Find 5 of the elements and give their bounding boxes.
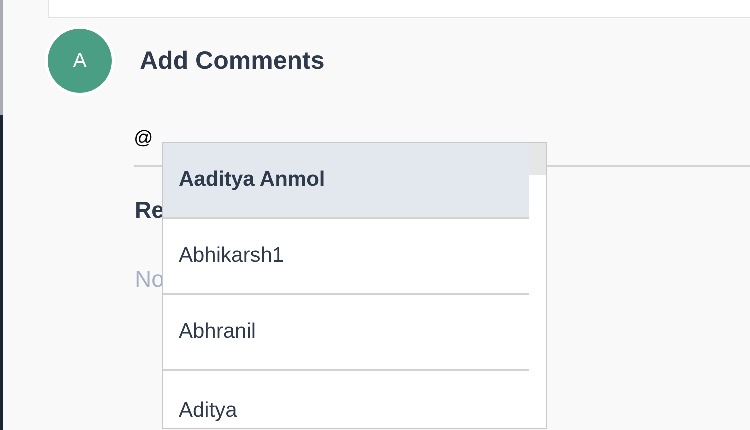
- section-heading: Re: [134, 197, 166, 224]
- user-option[interactable]: Aaditya Anmol: [163, 143, 529, 219]
- avatar: A: [48, 29, 112, 93]
- user-option[interactable]: Aditya: [163, 371, 529, 428]
- section-title: Add Comments: [140, 46, 325, 76]
